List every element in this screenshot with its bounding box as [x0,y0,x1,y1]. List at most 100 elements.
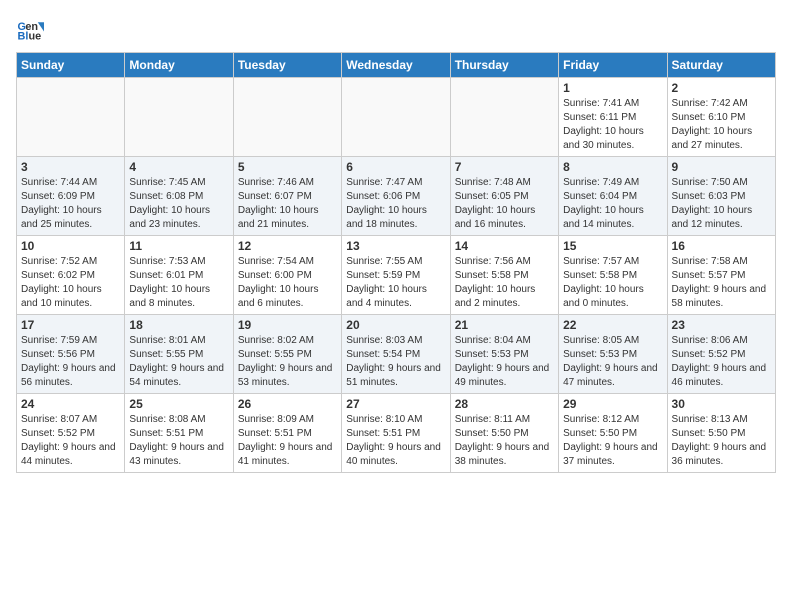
day-cell: 15 Sunrise: 7:57 AM Sunset: 5:58 PM Dayli… [559,236,667,315]
day-number: 9 [672,160,771,174]
day-cell: 9 Sunrise: 7:50 AM Sunset: 6:03 PM Daylig… [667,157,775,236]
day-info: Sunrise: 7:59 AM Sunset: 5:56 PM Dayligh… [21,334,120,390]
day-info: Sunrise: 8:06 AM Sunset: 5:52 PM Dayligh… [672,334,771,390]
day-cell [342,78,450,157]
day-number: 30 [672,397,771,411]
day-cell: 24Sunrise: 8:07 AM Sunset: 5:52 PM Dayli… [17,394,125,473]
day-cell: 8Sunrise: 7:49 AM Sunset: 6:04 PM Daylig… [559,157,667,236]
day-number: 14 [455,239,554,253]
day-cell: 7 Sunrise: 7:48 AM Sunset: 6:05 PM Daylig… [450,157,558,236]
day-number: 28 [455,397,554,411]
day-cell: 18 Sunrise: 8:01 AM Sunset: 5:55 PM Dayli… [125,315,233,394]
day-info: Sunrise: 8:03 AM Sunset: 5:54 PM Dayligh… [346,334,445,390]
day-number: 1 [563,81,662,95]
day-number: 19 [238,318,337,332]
day-number: 13 [346,239,445,253]
day-number: 6 [346,160,445,174]
day-cell: 12 Sunrise: 7:54 AM Sunset: 6:00 PM Dayli… [233,236,341,315]
day-cell: 17 Sunrise: 7:59 AM Sunset: 5:56 PM Dayli… [17,315,125,394]
day-number: 15 [563,239,662,253]
day-info: Sunrise: 8:05 AM Sunset: 5:53 PM Dayligh… [563,334,662,390]
day-info: Sunrise: 7:57 AM Sunset: 5:58 PM Dayligh… [563,255,662,311]
week-row-3: 10 Sunrise: 7:52 AM Sunset: 6:02 PM Dayli… [17,236,776,315]
calendar: SundayMondayTuesdayWednesdayThursdayFrid… [16,52,776,473]
day-number: 4 [129,160,228,174]
day-cell: 30 Sunrise: 8:13 AM Sunset: 5:50 PM Dayli… [667,394,775,473]
day-info: Sunrise: 8:01 AM Sunset: 5:55 PM Dayligh… [129,334,228,390]
day-info: Sunrise: 7:45 AM Sunset: 6:08 PM Dayligh… [129,176,228,232]
day-number: 25 [129,397,228,411]
col-header-friday: Friday [559,53,667,78]
day-info: Sunrise: 7:55 AM Sunset: 5:59 PM Dayligh… [346,255,445,311]
day-number: 29 [563,397,662,411]
day-cell: 20Sunrise: 8:03 AM Sunset: 5:54 PM Dayli… [342,315,450,394]
day-info: Sunrise: 7:54 AM Sunset: 6:00 PM Dayligh… [238,255,337,311]
day-info: Sunrise: 8:09 AM Sunset: 5:51 PM Dayligh… [238,413,337,469]
day-number: 3 [21,160,120,174]
day-cell: 16Sunrise: 7:58 AM Sunset: 5:57 PM Dayli… [667,236,775,315]
day-info: Sunrise: 8:08 AM Sunset: 5:51 PM Dayligh… [129,413,228,469]
day-number: 27 [346,397,445,411]
day-info: Sunrise: 7:41 AM Sunset: 6:11 PM Dayligh… [563,97,662,153]
col-header-wednesday: Wednesday [342,53,450,78]
day-info: Sunrise: 8:02 AM Sunset: 5:55 PM Dayligh… [238,334,337,390]
day-cell: 29 Sunrise: 8:12 AM Sunset: 5:50 PM Dayli… [559,394,667,473]
week-row-2: 3 Sunrise: 7:44 AM Sunset: 6:09 PM Daylig… [17,157,776,236]
logo-icon: G en Bl ue [16,16,44,44]
day-info: Sunrise: 7:58 AM Sunset: 5:57 PM Dayligh… [672,255,771,311]
day-info: Sunrise: 8:04 AM Sunset: 5:53 PM Dayligh… [455,334,554,390]
day-number: 23 [672,318,771,332]
day-cell: 26Sunrise: 8:09 AM Sunset: 5:51 PM Dayli… [233,394,341,473]
col-header-saturday: Saturday [667,53,775,78]
day-cell: 4 Sunrise: 7:45 AM Sunset: 6:08 PM Daylig… [125,157,233,236]
day-info: Sunrise: 7:47 AM Sunset: 6:06 PM Dayligh… [346,176,445,232]
day-info: Sunrise: 7:49 AM Sunset: 6:04 PM Dayligh… [563,176,662,232]
calendar-header-row: SundayMondayTuesdayWednesdayThursdayFrid… [17,53,776,78]
day-cell: 6 Sunrise: 7:47 AM Sunset: 6:06 PM Daylig… [342,157,450,236]
day-cell: 13 Sunrise: 7:55 AM Sunset: 5:59 PM Dayli… [342,236,450,315]
day-cell: 5Sunrise: 7:46 AM Sunset: 6:07 PM Daylig… [233,157,341,236]
day-info: Sunrise: 8:11 AM Sunset: 5:50 PM Dayligh… [455,413,554,469]
day-cell [233,78,341,157]
day-info: Sunrise: 8:07 AM Sunset: 5:52 PM Dayligh… [21,413,120,469]
day-cell [125,78,233,157]
day-cell [17,78,125,157]
day-number: 21 [455,318,554,332]
week-row-1: 1 Sunrise: 7:41 AM Sunset: 6:11 PM Daylig… [17,78,776,157]
day-number: 12 [238,239,337,253]
day-number: 11 [129,239,228,253]
week-row-5: 24Sunrise: 8:07 AM Sunset: 5:52 PM Dayli… [17,394,776,473]
day-info: Sunrise: 8:12 AM Sunset: 5:50 PM Dayligh… [563,413,662,469]
day-info: Sunrise: 7:44 AM Sunset: 6:09 PM Dayligh… [21,176,120,232]
day-cell: 10 Sunrise: 7:52 AM Sunset: 6:02 PM Dayli… [17,236,125,315]
day-info: Sunrise: 7:48 AM Sunset: 6:05 PM Dayligh… [455,176,554,232]
day-info: Sunrise: 7:56 AM Sunset: 5:58 PM Dayligh… [455,255,554,311]
day-cell: 28 Sunrise: 8:11 AM Sunset: 5:50 PM Dayli… [450,394,558,473]
day-info: Sunrise: 8:10 AM Sunset: 5:51 PM Dayligh… [346,413,445,469]
week-row-4: 17 Sunrise: 7:59 AM Sunset: 5:56 PM Dayli… [17,315,776,394]
day-number: 10 [21,239,120,253]
day-number: 17 [21,318,120,332]
day-cell: 2Sunrise: 7:42 AM Sunset: 6:10 PM Daylig… [667,78,775,157]
day-info: Sunrise: 7:42 AM Sunset: 6:10 PM Dayligh… [672,97,771,153]
day-cell: 23 Sunrise: 8:06 AM Sunset: 5:52 PM Dayli… [667,315,775,394]
day-cell: 27 Sunrise: 8:10 AM Sunset: 5:51 PM Dayli… [342,394,450,473]
day-cell: 25 Sunrise: 8:08 AM Sunset: 5:51 PM Dayli… [125,394,233,473]
svg-text:ue: ue [28,30,41,42]
day-number: 22 [563,318,662,332]
day-number: 18 [129,318,228,332]
logo: G en Bl ue [16,16,48,44]
day-cell: 21 Sunrise: 8:04 AM Sunset: 5:53 PM Dayli… [450,315,558,394]
day-info: Sunrise: 7:52 AM Sunset: 6:02 PM Dayligh… [21,255,120,311]
day-cell: 1 Sunrise: 7:41 AM Sunset: 6:11 PM Daylig… [559,78,667,157]
day-info: Sunrise: 8:13 AM Sunset: 5:50 PM Dayligh… [672,413,771,469]
col-header-monday: Monday [125,53,233,78]
svg-text:Bl: Bl [18,30,29,42]
day-cell: 22 Sunrise: 8:05 AM Sunset: 5:53 PM Dayli… [559,315,667,394]
day-info: Sunrise: 7:53 AM Sunset: 6:01 PM Dayligh… [129,255,228,311]
day-cell: 14 Sunrise: 7:56 AM Sunset: 5:58 PM Dayli… [450,236,558,315]
day-info: Sunrise: 7:50 AM Sunset: 6:03 PM Dayligh… [672,176,771,232]
day-number: 7 [455,160,554,174]
header: G en Bl ue [16,16,776,44]
col-header-tuesday: Tuesday [233,53,341,78]
